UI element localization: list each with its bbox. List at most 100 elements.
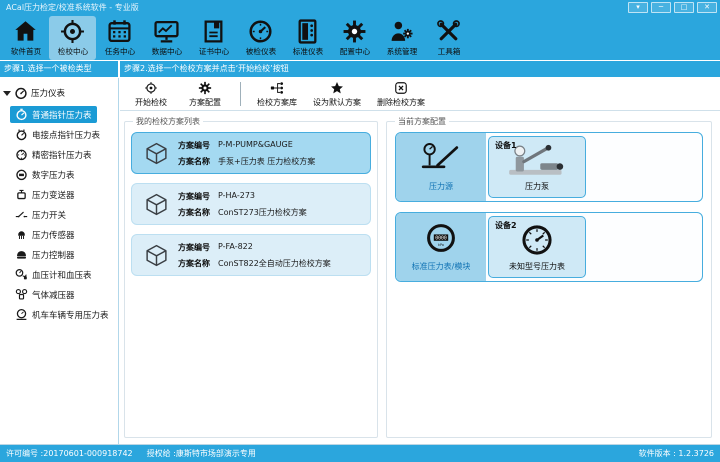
- toolbar-label: 删除检校方案: [377, 97, 425, 108]
- cube-icon: [144, 192, 169, 217]
- plan-name-label: 方案名称: [178, 207, 210, 218]
- nav-item-config-center[interactable]: 配置中心: [331, 16, 378, 60]
- device-name: 压力泵: [525, 181, 549, 192]
- nav-item-dut-instruments[interactable]: 被检仪表: [237, 16, 284, 60]
- home-icon: [13, 19, 38, 44]
- plan-code-value: P-HA-273: [218, 191, 255, 202]
- device-type-tree: 压力仪表 普通指针压力表 电接点指针压力表 精密指针压力表 数字压力表 压力变送…: [0, 78, 119, 444]
- monitor-chart-icon: [154, 19, 179, 44]
- tree-item-label: 电接点指针压力表: [32, 129, 100, 141]
- toolbar-label: 检校方案库: [257, 97, 297, 108]
- device-card-gauge[interactable]: 设备2 未知型号压力表: [488, 216, 586, 278]
- close-button[interactable]: ✕: [697, 2, 717, 13]
- nav-item-calibration-center[interactable]: 检校中心: [49, 16, 96, 60]
- plan-toolbar: 开始检校 方案配置 检校方案库 设为默认方案 删除检校方案: [120, 78, 720, 111]
- plan-card[interactable]: 方案编号P-FA-822 方案名称ConST822全自动压力检校方案: [131, 234, 371, 276]
- window-title: ACal压力检定/校准系统软件 - 专业版: [6, 2, 139, 13]
- nav-label: 被检仪表: [245, 46, 275, 56]
- nav-item-certificates[interactable]: 证书中心: [190, 16, 237, 60]
- device-card-pump[interactable]: 设备1 压力泵: [488, 136, 586, 198]
- tree-item-label: 普通指针压力表: [32, 109, 92, 121]
- app-window: ACal压力检定/校准系统软件 - 专业版 ▾ ─ □ ✕ 软件首页 检校中心 …: [0, 0, 720, 462]
- plan-code-value: P-FA-822: [218, 242, 253, 253]
- tree-item-pressure-switch[interactable]: 压力开关: [10, 206, 71, 223]
- gear-icon: [342, 19, 367, 44]
- tree-root-pressure-instruments[interactable]: 压力仪表: [0, 83, 118, 103]
- tree-item-gas-regulator[interactable]: 气体减压器: [10, 286, 80, 303]
- toolbar-label: 设为默认方案: [313, 97, 361, 108]
- delete-x-icon: [394, 81, 408, 95]
- step1-header: 步骤1.选择一个被检类型: [0, 61, 118, 77]
- standard-gauge-category: 0000kPa 标准压力表/模块: [396, 213, 486, 281]
- plan-card[interactable]: 方案编号P-HA-273 方案名称ConST273压力检校方案: [131, 183, 371, 225]
- nav-item-data-center[interactable]: 数据中心: [143, 16, 190, 60]
- standard-gauge-module-icon: 0000kPa: [425, 222, 457, 254]
- plan-library-button[interactable]: 检校方案库: [249, 81, 305, 108]
- plan-card[interactable]: 方案编号P-M-PUMP&GAUGE 方案名称手泵+压力表 压力检校方案: [131, 132, 371, 174]
- software-version: 软件版本 : 1.2.3726: [639, 448, 714, 459]
- start-calibration-button[interactable]: 开始检校: [124, 81, 178, 108]
- tree-item-pressure-sensor[interactable]: 压力传感器: [10, 226, 80, 243]
- tree-item-digital-gauge[interactable]: 数字压力表: [10, 166, 80, 183]
- locomotive-gauge-icon: [15, 308, 28, 321]
- gear-icon: [198, 81, 212, 95]
- tree-item-label: 压力传感器: [32, 229, 75, 241]
- nav-item-tasks[interactable]: 任务中心: [96, 16, 143, 60]
- nav-label: 工具箱: [437, 46, 460, 56]
- tree-item-blood-pressure[interactable]: 血压计和血压表: [10, 266, 97, 283]
- tree-item-label: 压力变送器: [32, 189, 75, 201]
- tree-item-locomotive-gauge[interactable]: 机车车辆专用压力表: [10, 306, 114, 323]
- device-slot-label: 设备2: [495, 220, 517, 231]
- electric-contact-gauge-icon: [15, 128, 28, 141]
- maximize-button[interactable]: □: [674, 2, 694, 13]
- collapse-arrow-icon[interactable]: [3, 91, 11, 96]
- star-icon: [330, 81, 344, 95]
- standard-gauge-label: 标准压力表/模块: [412, 261, 471, 272]
- start-target-icon: [144, 81, 158, 95]
- transmitter-icon: [15, 188, 28, 201]
- tree-item-pointer-gauge[interactable]: 普通指针压力表: [10, 106, 97, 123]
- nav-item-system-admin[interactable]: 系统管理: [378, 16, 425, 60]
- minimize-button[interactable]: ─: [651, 2, 671, 13]
- main-nav: 软件首页 检校中心 任务中心 数据中心 证书中心 被检仪表 标准仪表 配置中心: [0, 15, 720, 60]
- tree-root-label: 压力仪表: [31, 87, 65, 99]
- style-menu-button[interactable]: ▾: [628, 2, 648, 13]
- nav-label: 任务中心: [104, 46, 134, 56]
- pressure-source-label: 压力源: [429, 181, 453, 192]
- config-row-pressure-source: 压力源 设备1 压力泵: [395, 132, 703, 202]
- tree-item-pressure-controller[interactable]: 压力控制器: [10, 246, 80, 263]
- plan-code-label: 方案编号: [178, 242, 210, 253]
- delete-plan-button[interactable]: 删除检校方案: [369, 81, 433, 108]
- plan-config-button[interactable]: 方案配置: [178, 81, 232, 108]
- tree-item-precision-gauge[interactable]: 精密指针压力表: [10, 146, 97, 163]
- tree-item-label: 精密指针压力表: [32, 149, 92, 161]
- tree-item-label: 血压计和血压表: [32, 269, 92, 281]
- gauge-icon: [248, 19, 273, 44]
- plan-list: 方案编号P-M-PUMP&GAUGE 方案名称手泵+压力表 压力检校方案 方案编…: [125, 122, 377, 289]
- precision-gauge-icon: [15, 148, 28, 161]
- tools-icon: [436, 19, 461, 44]
- nav-item-standard-instruments[interactable]: 标准仪表: [284, 16, 331, 60]
- tree-item-label: 压力控制器: [32, 249, 75, 261]
- title-bar: ACal压力检定/校准系统软件 - 专业版 ▾ ─ □ ✕: [0, 0, 720, 15]
- nav-item-home[interactable]: 软件首页: [2, 16, 49, 60]
- set-default-plan-button[interactable]: 设为默认方案: [305, 81, 369, 108]
- plan-name-value: ConST822全自动压力检校方案: [218, 258, 331, 269]
- tree-item-electric-contact-gauge[interactable]: 电接点指针压力表: [10, 126, 105, 143]
- current-config-panel: 当前方案配置 压力源 设备1 压力泵: [386, 121, 712, 438]
- controller-icon: [15, 248, 28, 261]
- plan-name-value: 手泵+压力表 压力检校方案: [218, 156, 315, 167]
- tree-item-transmitter[interactable]: 压力变送器: [10, 186, 80, 203]
- nav-label: 证书中心: [198, 46, 228, 56]
- toolbar-label: 开始检校: [135, 97, 167, 108]
- plan-code-label: 方案编号: [178, 140, 210, 151]
- analog-gauge-image: [519, 222, 555, 258]
- gas-regulator-icon: [15, 288, 28, 301]
- plan-library-icon: [270, 81, 284, 95]
- window-controls: ▾ ─ □ ✕: [628, 2, 717, 13]
- nav-item-toolbox[interactable]: 工具箱: [425, 16, 472, 60]
- status-bar: 许可编号 :20170601-000918742 授权给 :康斯特市场部演示专用…: [0, 444, 720, 462]
- nav-label: 软件首页: [10, 46, 40, 56]
- nav-label: 标准仪表: [292, 46, 322, 56]
- pointer-gauge-icon: [15, 108, 28, 121]
